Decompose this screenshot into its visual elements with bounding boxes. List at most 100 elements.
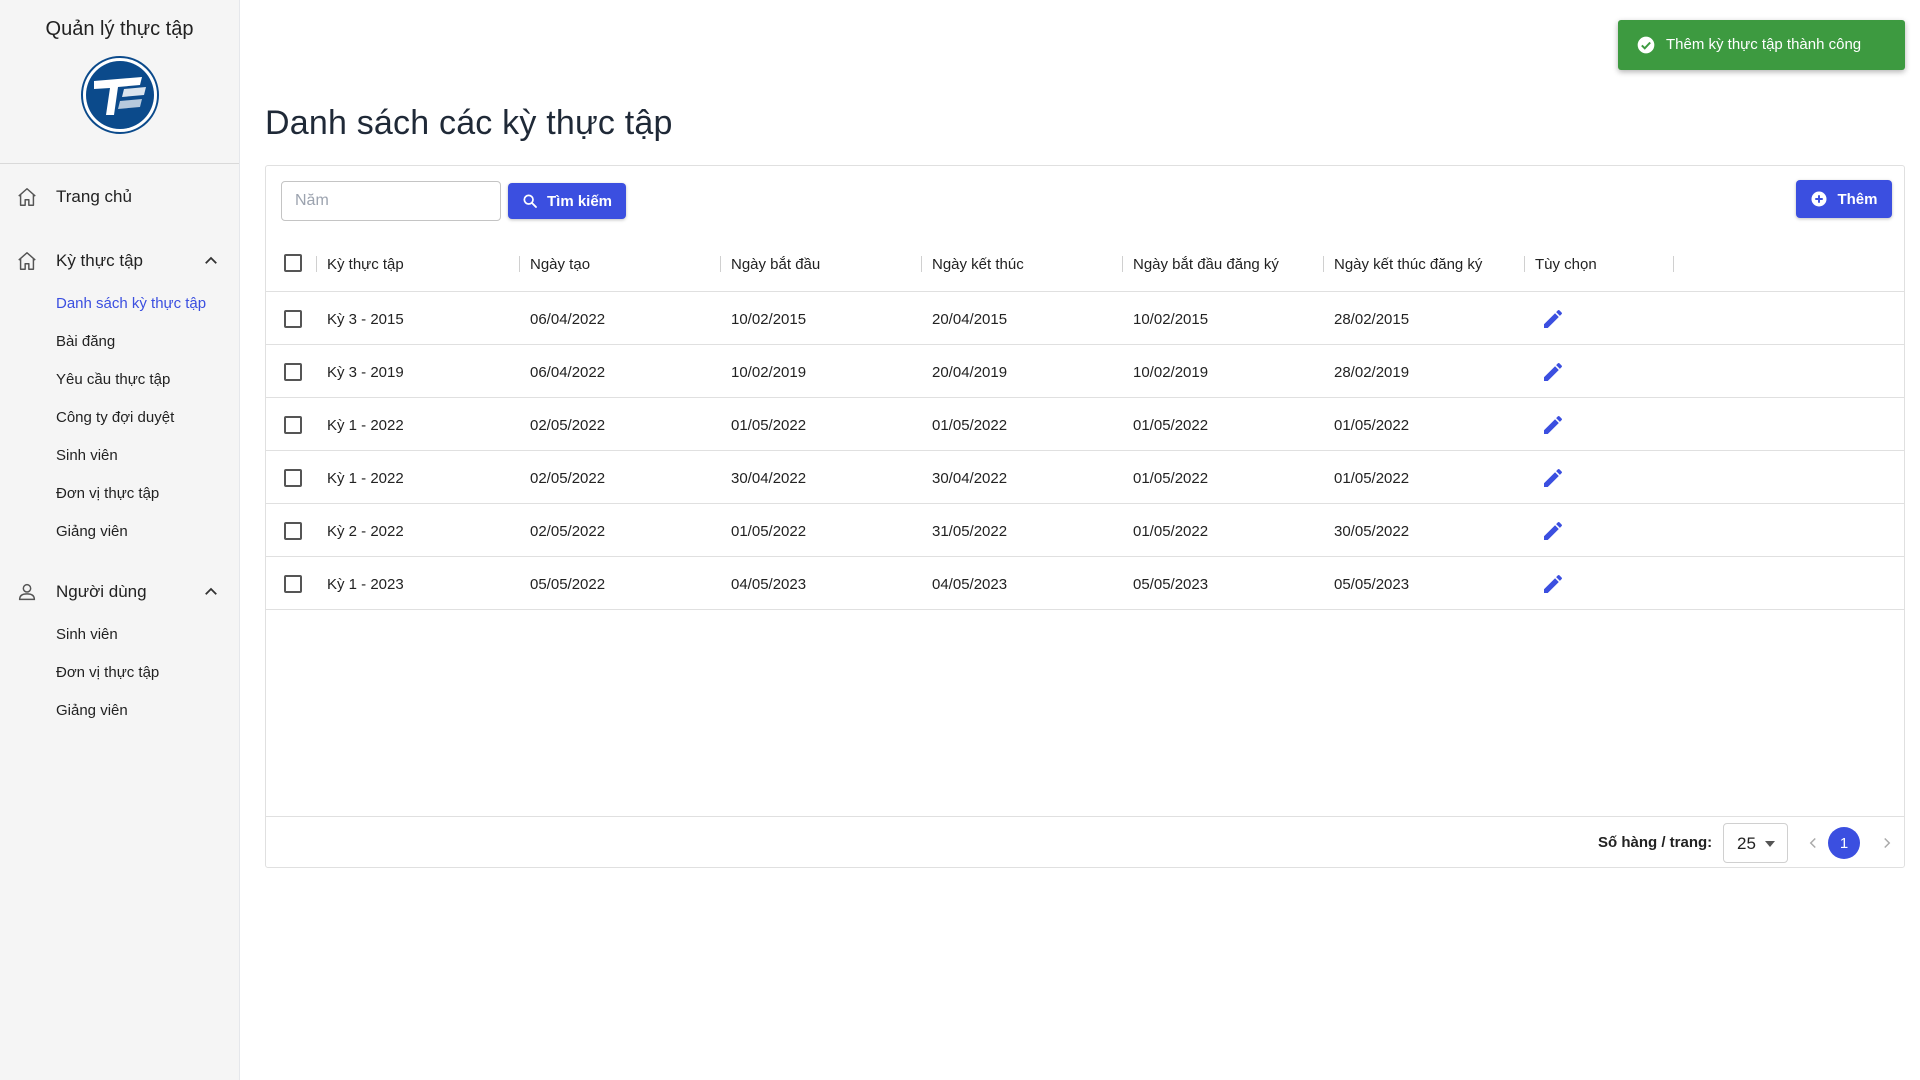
cell-created: 06/04/2022	[530, 363, 606, 381]
sidebar-item-students[interactable]: Sinh viên	[56, 446, 118, 466]
column-separator	[1323, 256, 1324, 272]
sidebar-item-users-students[interactable]: Sinh viên	[56, 625, 118, 645]
cell-created: 06/04/2022	[530, 310, 606, 328]
cell-start: 10/02/2019	[731, 363, 807, 381]
column-header-start[interactable]: Ngày bắt đầu	[731, 236, 820, 292]
cell-term: Kỳ 1 - 2023	[327, 575, 404, 593]
row-checkbox[interactable]	[284, 363, 302, 381]
edit-pencil-icon[interactable]	[1541, 466, 1565, 490]
cell-start: 30/04/2022	[731, 469, 807, 487]
cell-end: 20/04/2019	[932, 363, 1008, 381]
cell-reg-start: 01/05/2022	[1133, 522, 1209, 540]
cell-reg-start: 01/05/2022	[1133, 469, 1209, 487]
select-all-checkbox[interactable]	[284, 254, 302, 272]
sidebar: Quản lý thực tập Trang chủ Kỳ thực tập D…	[0, 0, 240, 1080]
row-checkbox[interactable]	[284, 469, 302, 487]
sidebar-item-internship-units[interactable]: Đơn vị thực tập	[56, 484, 159, 504]
table-row[interactable]: Kỳ 1 - 2023 05/05/2022 04/05/2023 04/05/…	[266, 558, 1904, 610]
sidebar-item-users-lecturers[interactable]: Giảng viên	[56, 701, 128, 721]
edit-pencil-icon[interactable]	[1541, 307, 1565, 331]
table-pagination: Số hàng / trang: 25 1	[266, 816, 1904, 868]
cell-term: Kỳ 3 - 2019	[327, 363, 404, 381]
cell-term: Kỳ 2 - 2022	[327, 522, 404, 540]
cell-term: Kỳ 1 - 2022	[327, 469, 404, 487]
sidebar-item-pending-companies[interactable]: Công ty đợi duyệt	[56, 408, 174, 428]
cell-reg-end: 01/05/2022	[1334, 469, 1410, 487]
row-checkbox[interactable]	[284, 416, 302, 434]
row-checkbox[interactable]	[284, 575, 302, 593]
column-header-end[interactable]: Ngày kết thúc	[932, 236, 1024, 292]
sidebar-item-lecturers[interactable]: Giảng viên	[56, 522, 128, 542]
column-header-created[interactable]: Ngày tạo	[530, 236, 590, 292]
table-row[interactable]: Kỳ 1 - 2022 02/05/2022 01/05/2022 01/05/…	[266, 399, 1904, 451]
cell-reg-start: 01/05/2022	[1133, 416, 1209, 434]
cell-end: 31/05/2022	[932, 522, 1008, 540]
cell-term: Kỳ 1 - 2022	[327, 416, 404, 434]
cell-reg-end: 28/02/2019	[1334, 363, 1410, 381]
column-header-reg-start[interactable]: Ngày bắt đầu đăng ký	[1133, 236, 1279, 292]
column-header-term[interactable]: Kỳ thực tập	[327, 236, 404, 292]
table-row[interactable]: Kỳ 3 - 2015 06/04/2022 10/02/2015 20/04/…	[266, 293, 1904, 345]
cell-created: 02/05/2022	[530, 469, 606, 487]
table-row[interactable]: Kỳ 2 - 2022 02/05/2022 01/05/2022 31/05/…	[266, 505, 1904, 557]
column-separator	[1673, 256, 1674, 272]
cell-end: 04/05/2023	[932, 575, 1008, 593]
cell-reg-start: 05/05/2023	[1133, 575, 1209, 593]
table-row[interactable]: Kỳ 1 - 2022 02/05/2022 30/04/2022 30/04/…	[266, 452, 1904, 504]
cell-start: 10/02/2015	[731, 310, 807, 328]
check-circle-icon	[1637, 36, 1655, 54]
table-header: Kỳ thực tập Ngày tạo Ngày bắt đầu Ngày k…	[266, 236, 1904, 292]
column-header-reg-end[interactable]: Ngày kết thúc đăng ký	[1334, 236, 1482, 292]
rows-per-page-value: 25	[1737, 834, 1756, 853]
cell-reg-end: 05/05/2023	[1334, 575, 1410, 593]
sidebar-item-internship-list[interactable]: Danh sách kỳ thực tập	[56, 294, 206, 314]
search-button-label: Tìm kiếm	[546, 192, 613, 210]
user-icon	[18, 583, 36, 601]
edit-pencil-icon[interactable]	[1541, 360, 1565, 384]
success-toast: Thêm kỳ thực tập thành công	[1618, 20, 1905, 70]
app-title: Quản lý thực tập	[45, 18, 194, 40]
nav-home-label: Trang chủ	[56, 187, 132, 206]
cell-created: 02/05/2022	[530, 416, 606, 434]
row-checkbox[interactable]	[284, 522, 302, 540]
nav-group-users[interactable]: Người dùng	[0, 572, 240, 612]
cell-end: 20/04/2015	[932, 310, 1008, 328]
nav-group-label: Người dùng	[56, 582, 147, 601]
cell-end: 30/04/2022	[932, 469, 1008, 487]
cell-reg-start: 10/02/2019	[1133, 363, 1209, 381]
row-checkbox[interactable]	[284, 310, 302, 328]
cell-created: 05/05/2022	[530, 575, 606, 593]
chevron-left-icon[interactable]	[1804, 834, 1822, 852]
add-button-label: Thêm	[1837, 190, 1878, 208]
nav-group-internship[interactable]: Kỳ thực tập	[0, 241, 240, 281]
cell-start: 01/05/2022	[731, 522, 807, 540]
year-search-input[interactable]	[281, 181, 501, 221]
chevron-up-icon	[205, 256, 217, 264]
column-separator	[316, 256, 317, 272]
internship-table-panel: Tìm kiếm Thêm Kỳ thực tập Ngày tạo Ngày …	[265, 165, 1905, 868]
caret-down-icon	[1765, 841, 1775, 847]
chevron-right-icon[interactable]	[1878, 834, 1896, 852]
nav-group-label: Kỳ thực tập	[56, 251, 143, 270]
cell-reg-end: 01/05/2022	[1334, 416, 1410, 434]
search-button[interactable]: Tìm kiếm	[508, 183, 626, 219]
column-separator	[1122, 256, 1123, 272]
add-internship-button[interactable]: Thêm	[1796, 180, 1892, 218]
edit-pencil-icon[interactable]	[1541, 572, 1565, 596]
sidebar-item-users-units[interactable]: Đơn vị thực tập	[56, 663, 159, 683]
column-header-options[interactable]: Tùy chọn	[1535, 236, 1597, 292]
edit-pencil-icon[interactable]	[1541, 413, 1565, 437]
table-row[interactable]: Kỳ 3 - 2019 06/04/2022 10/02/2019 20/04/…	[266, 346, 1904, 398]
edit-pencil-icon[interactable]	[1541, 519, 1565, 543]
rows-per-page-label: Số hàng / trang:	[1598, 834, 1713, 851]
sidebar-item-posts[interactable]: Bài đăng	[56, 332, 115, 352]
chevron-up-icon	[205, 587, 217, 595]
page-button-current[interactable]: 1	[1828, 827, 1860, 859]
rows-per-page-select[interactable]: 25	[1723, 823, 1788, 863]
university-logo	[80, 56, 159, 134]
sidebar-item-internship-requests[interactable]: Yêu cầu thực tập	[56, 370, 170, 390]
home-icon	[18, 252, 36, 270]
column-separator	[921, 256, 922, 272]
cell-end: 01/05/2022	[932, 416, 1008, 434]
nav-home[interactable]: Trang chủ	[0, 177, 240, 217]
